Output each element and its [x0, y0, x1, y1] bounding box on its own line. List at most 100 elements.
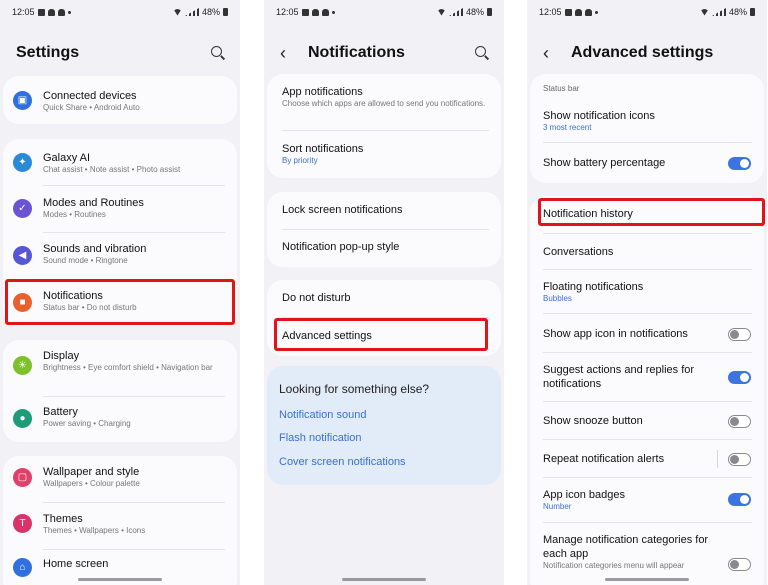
image-icon: ▢ — [13, 468, 32, 487]
battery-percentage-toggle[interactable] — [728, 157, 751, 170]
status-time: 12:05 — [276, 7, 299, 17]
settings-item-battery[interactable]: ● Battery Power saving • Charging — [3, 397, 237, 442]
item-subtitle: Wallpapers • Colour palette — [43, 479, 140, 488]
item-subtitle: Themes • Wallpapers • Icons — [43, 526, 146, 535]
item-title: Sort notifications — [282, 143, 364, 155]
item-title: App icon badges — [543, 489, 625, 501]
navigation-handle[interactable] — [605, 578, 689, 581]
app-icon-toggle[interactable] — [728, 328, 751, 341]
item-title: Wallpaper and style — [43, 466, 140, 478]
notification-icon — [321, 8, 329, 16]
item-subtitle: 3 most recent — [543, 123, 592, 132]
suggest-actions-toggle[interactable] — [728, 371, 751, 384]
sun-icon: ☀ — [13, 356, 32, 375]
show-app-icon-item[interactable]: Show app icon in notifications — [530, 314, 764, 352]
settings-item-modes-routines[interactable]: ✓ Modes and Routines Modes • Routines — [3, 186, 237, 232]
battery-level: 48% — [465, 7, 484, 17]
app-icon-badges-item[interactable]: App icon badges Number — [530, 478, 764, 522]
sort-notifications-item[interactable]: Sort notifications By priority — [267, 131, 501, 178]
battery-icon: ● — [13, 409, 32, 428]
notifications-screen: 12:05 48% ‹ Notifications App notificati… — [264, 0, 504, 585]
repeat-alerts-item[interactable]: Repeat notification alerts — [530, 440, 764, 477]
wifi-icon — [172, 8, 182, 16]
settings-item-galaxy-ai[interactable]: ✦ Galaxy AI Chat assist • Note assist • P… — [3, 139, 237, 185]
item-title: Manage notification categories for each … — [543, 534, 709, 560]
settings-item-themes[interactable]: T Themes Themes • Wallpapers • Icons — [3, 503, 237, 549]
navigation-handle[interactable] — [342, 578, 426, 581]
status-time: 12:05 — [12, 7, 35, 17]
repeat-alerts-toggle[interactable] — [728, 453, 751, 466]
settings-item-connected-devices[interactable]: ▣ Connected devices Quick Share • Android… — [3, 76, 237, 124]
floating-notifications-item[interactable]: Floating notifications Bubbles — [530, 270, 764, 313]
signal-icon — [712, 8, 726, 16]
item-subtitle: Sound mode • Ringtone — [43, 256, 128, 265]
cover-screen-notifications-link[interactable]: Cover screen notifications — [279, 456, 406, 468]
home-icon: ⌂ — [13, 558, 32, 577]
settings-group-4: ▢ Wallpaper and style Wallpapers • Colour… — [3, 456, 237, 585]
item-title: Show battery percentage — [543, 157, 666, 169]
settings-item-wallpaper[interactable]: ▢ Wallpaper and style Wallpapers • Colour… — [3, 456, 237, 502]
highlight-box-advanced-settings — [274, 318, 488, 351]
item-title: App notifications — [282, 86, 363, 98]
manage-categories-item[interactable]: Manage notification categories for each … — [530, 523, 764, 583]
settings-group-3: ☀ Display Brightness • Eye comfort shield… — [3, 340, 237, 442]
show-notification-icons-item[interactable]: Show notification icons 3 most recent — [530, 102, 764, 142]
highlight-box-notification-history — [538, 198, 765, 226]
show-battery-percentage-item[interactable]: Show battery percentage — [530, 143, 764, 183]
item-subtitle: Quick Share • Android Auto — [43, 103, 140, 112]
app-notifications-item[interactable]: App notifications Choose which apps are a… — [267, 74, 501, 130]
check-circle-icon: ✓ — [13, 199, 32, 218]
search-icon[interactable] — [474, 45, 490, 61]
wifi-icon — [436, 8, 446, 16]
manage-categories-toggle[interactable] — [728, 558, 751, 571]
search-icon[interactable] — [210, 45, 226, 61]
battery-icon — [750, 8, 755, 16]
item-title: Modes and Routines — [43, 197, 144, 209]
notif-group-2: Lock screen notifications Notification p… — [267, 192, 501, 267]
popup-style-item[interactable]: Notification pop-up style — [267, 230, 501, 267]
item-title: Sounds and vibration — [43, 243, 147, 255]
conversations-item[interactable]: Conversations — [530, 234, 764, 269]
settings-screen: 12:05 48% Settings ▣ Connected devices Qu… — [0, 0, 240, 585]
settings-group-1: ▣ Connected devices Quick Share • Android… — [3, 76, 237, 124]
item-title: Show notification icons — [543, 110, 655, 122]
page-title: Notifications — [308, 44, 405, 61]
message-icon — [564, 8, 572, 16]
suggest-actions-item[interactable]: Suggest actions and replies for notifica… — [530, 353, 764, 401]
back-arrow-icon[interactable]: ‹ — [280, 44, 302, 62]
item-title: Themes — [43, 513, 83, 525]
settings-item-sounds-vibration[interactable]: ◀ Sounds and vibration Sound mode • Ringt… — [3, 233, 237, 279]
speaker-icon: ◀ — [13, 246, 32, 265]
link-icon: ▣ — [13, 91, 32, 110]
section-header: Status bar — [543, 84, 580, 93]
item-subtitle: Number — [543, 502, 572, 511]
snooze-button-item[interactable]: Show snooze button — [530, 402, 764, 439]
header: Settings — [0, 38, 240, 68]
snooze-toggle[interactable] — [728, 415, 751, 428]
item-title: Do not disturb — [282, 292, 351, 304]
status-bar: 12:05 48% — [0, 0, 240, 24]
wifi-icon — [699, 8, 709, 16]
notification-icon — [574, 8, 582, 16]
back-arrow-icon[interactable]: ‹ — [543, 44, 565, 62]
do-not-disturb-item[interactable]: Do not disturb — [267, 280, 501, 317]
notification-icon — [47, 8, 55, 16]
notification-sound-link[interactable]: Notification sound — [279, 409, 366, 421]
item-title: Repeat notification alerts — [543, 453, 665, 465]
header: ‹ Advanced settings — [527, 38, 767, 68]
navigation-handle[interactable] — [78, 578, 162, 581]
app-icon-badges-toggle[interactable] — [728, 493, 751, 506]
more-dot-icon — [594, 10, 598, 14]
settings-item-display[interactable]: ☀ Display Brightness • Eye comfort shield… — [3, 340, 237, 396]
flash-notification-link[interactable]: Flash notification — [279, 432, 362, 444]
item-subtitle: By priority — [282, 156, 318, 165]
item-subtitle: Choose which apps are allowed to send yo… — [282, 99, 486, 108]
message-icon — [301, 8, 309, 16]
item-subtitle: Brightness • Eye comfort shield • Naviga… — [43, 363, 213, 372]
suggestions-panel: Looking for something else? Notification… — [267, 366, 501, 485]
message-icon — [37, 8, 45, 16]
lock-screen-notifications-item[interactable]: Lock screen notifications — [267, 192, 501, 229]
item-title: Display — [43, 350, 80, 362]
item-title: Conversations — [543, 246, 614, 258]
notification-options-group: Notification history Conversations Float… — [530, 196, 764, 585]
